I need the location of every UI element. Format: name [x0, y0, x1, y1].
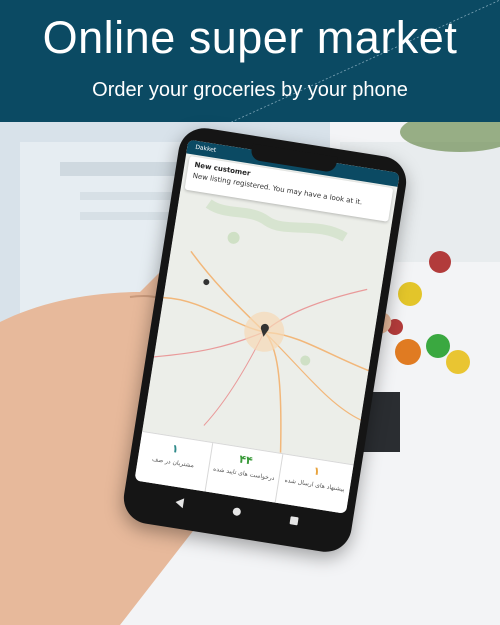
page-title: Online super market [42, 12, 458, 63]
status-app-name: Dakket [194, 143, 217, 154]
recent-apps-icon[interactable] [289, 516, 299, 526]
map-view[interactable] [142, 188, 392, 465]
home-icon[interactable] [232, 507, 242, 517]
page-subtitle: Order your groceries by your phone [92, 79, 408, 101]
header-banner: Online super market Order your groceries… [0, 0, 500, 122]
back-icon[interactable] [174, 497, 185, 509]
